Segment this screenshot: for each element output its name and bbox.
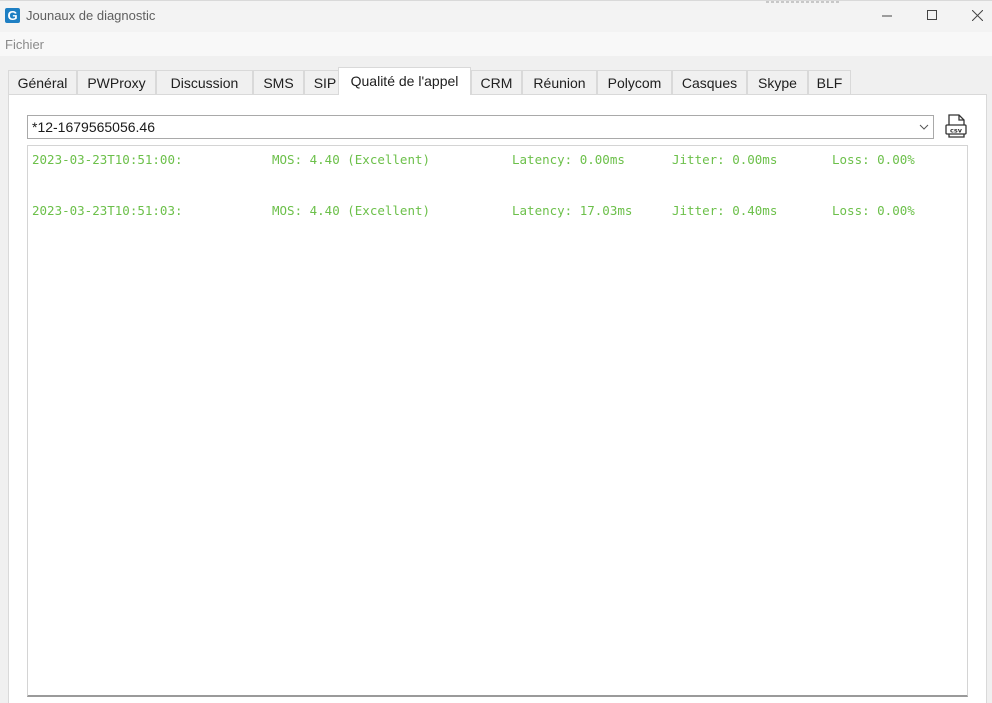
close-icon	[972, 10, 983, 21]
minimize-button[interactable]	[864, 1, 910, 31]
menu-bar: Fichier	[0, 32, 992, 56]
tab-headsets[interactable]: Casques	[672, 70, 747, 94]
call-select-value: *12-1679565056.46	[32, 119, 156, 135]
close-button[interactable]	[954, 1, 992, 31]
log-jitter: Jitter: 0.40ms	[672, 203, 778, 218]
minimize-icon	[882, 15, 892, 17]
menu-file[interactable]: Fichier	[5, 37, 44, 52]
export-csv-button[interactable]: csv	[944, 113, 968, 139]
maximize-icon	[927, 10, 937, 20]
chevron-down-icon	[919, 124, 929, 130]
diagnostic-logs-window: G Jounaux de diagnostic Fichier Général …	[0, 0, 992, 703]
tab-polycom[interactable]: Polycom	[597, 70, 672, 94]
csv-file-icon: csv	[945, 114, 967, 138]
log-loss: Loss: 0.00%	[832, 203, 915, 218]
app-logo-icon: G	[5, 8, 20, 23]
tab-meeting[interactable]: Réunion	[522, 70, 597, 94]
maximize-button[interactable]	[909, 1, 955, 31]
log-mos: MOS: 4.40 (Excellent)	[272, 203, 431, 218]
log-mos: MOS: 4.40 (Excellent)	[272, 152, 431, 167]
log-jitter: Jitter: 0.00ms	[672, 152, 778, 167]
call-select-dropdown[interactable]: *12-1679565056.46	[27, 115, 934, 139]
decorative-divider	[766, 1, 840, 3]
log-latency: Latency: 0.00ms	[512, 152, 625, 167]
log-timestamp: 2023-03-23T10:51:03:	[32, 203, 183, 218]
log-latency: Latency: 17.03ms	[512, 203, 633, 218]
log-timestamp: 2023-03-23T10:51:00:	[32, 152, 183, 167]
tab-crm[interactable]: CRM	[471, 70, 522, 94]
tab-pwproxy[interactable]: PWProxy	[77, 70, 156, 94]
tab-sms[interactable]: SMS	[253, 70, 304, 94]
tab-skype[interactable]: Skype	[747, 70, 808, 94]
tab-strip: Général PWProxy Discussion SMS SIP Quali…	[8, 67, 992, 95]
title-bar: G Jounaux de diagnostic	[0, 1, 992, 32]
csv-icon-label: csv	[950, 127, 963, 135]
log-loss: Loss: 0.00%	[832, 152, 915, 167]
tab-general[interactable]: Général	[8, 70, 77, 94]
tab-discussion[interactable]: Discussion	[156, 70, 253, 94]
window-title: Jounaux de diagnostic	[26, 8, 156, 23]
tab-blf[interactable]: BLF	[808, 70, 851, 94]
tab-call-quality[interactable]: Qualité de l'appel	[338, 67, 471, 95]
call-quality-log[interactable]: 2023-03-23T10:51:00: MOS: 4.40 (Excellen…	[27, 145, 968, 697]
